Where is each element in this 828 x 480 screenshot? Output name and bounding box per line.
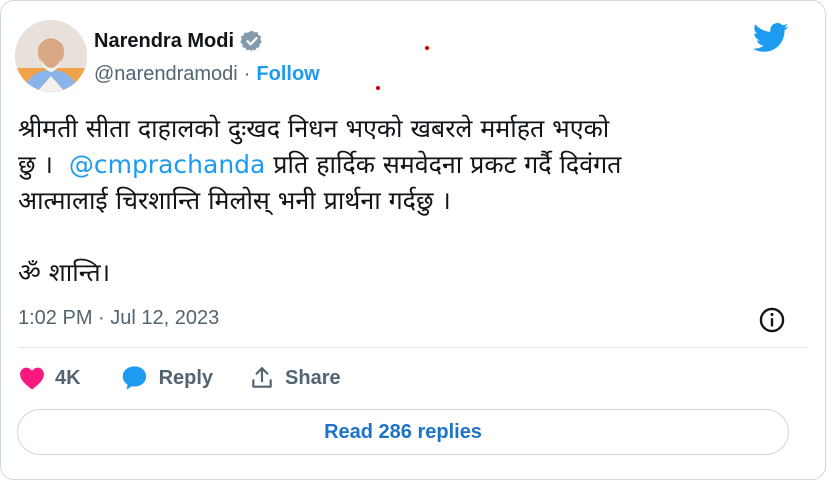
avatar[interactable] — [15, 20, 87, 92]
author-name[interactable]: Narendra Modi — [94, 30, 234, 53]
red-dot-marker — [425, 46, 429, 50]
reply-button[interactable]: Reply — [121, 365, 213, 391]
tweet-line: आत्मालाई चिरशान्ति मिलोस् भनी प्रार्थना … — [18, 186, 451, 215]
reply-label: Reply — [158, 366, 214, 389]
tweet-card: Narendra Modi @narendramodi · Follow श्र… — [0, 0, 826, 480]
like-count: 4K — [55, 366, 81, 389]
handle-separator: · — [243, 63, 251, 85]
tweet-line: ॐ शान्ति। — [18, 258, 111, 287]
twitter-bird-icon[interactable] — [752, 23, 789, 58]
author-handle[interactable]: @narendramodi — [94, 63, 238, 86]
tweet-line: प्रति हार्दिक समवेदना प्रकट गर्दै दिवंगत — [265, 150, 622, 179]
mention-link[interactable]: @cmprachanda — [69, 150, 266, 179]
info-icon[interactable] — [758, 306, 786, 339]
tweet-line: श्रीमती सीता दाहालको दुःखद निधन भएको खबर… — [18, 114, 610, 143]
like-button[interactable]: 4K — [19, 366, 81, 390]
tweet-timestamp[interactable]: 1:02 PM · Jul 12, 2023 — [18, 307, 219, 330]
tweet-line: छु । — [18, 150, 69, 179]
verified-icon — [240, 29, 264, 53]
share-label: Share — [285, 366, 341, 389]
divider — [18, 347, 808, 348]
share-button[interactable]: Share — [249, 365, 341, 391]
heart-icon — [20, 367, 44, 390]
action-bar: 4K Reply Share — [19, 365, 377, 391]
share-icon — [252, 367, 272, 388]
tweet-text: श्रीमती सीता दाहालको दुःखद निधन भएको खबर… — [18, 111, 808, 291]
red-dot-marker — [376, 86, 380, 90]
read-replies-button[interactable]: Read 286 replies — [17, 409, 789, 455]
follow-button[interactable]: Follow — [256, 63, 319, 86]
reply-bubble-icon — [122, 366, 146, 390]
